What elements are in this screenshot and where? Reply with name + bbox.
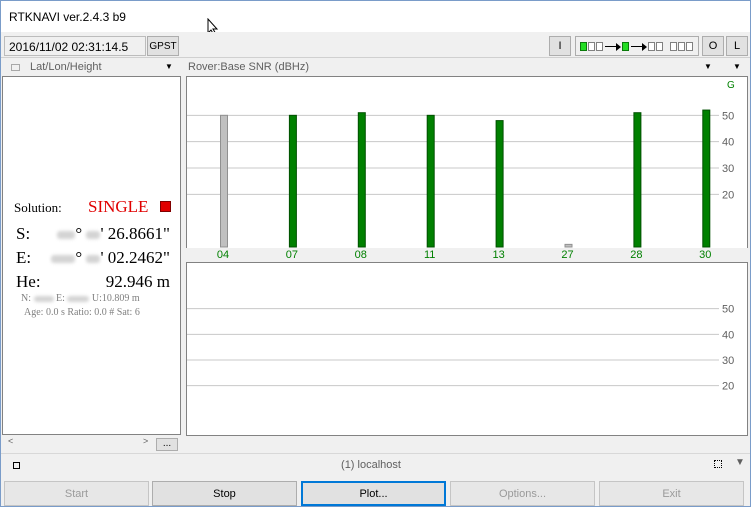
- satellite-id-label: 13: [492, 249, 505, 261]
- y-tick-label: 20: [722, 189, 734, 201]
- solution-status: SINGLE: [88, 197, 149, 216]
- neu-line: N: E: U:10.809 m: [21, 293, 140, 304]
- window-title: RTKNAVI ver.2.4.3 b9: [9, 10, 126, 24]
- exit-button[interactable]: Exit: [599, 481, 744, 506]
- satellite-labels: 04 07 08 11 13 27 28 30: [186, 248, 748, 262]
- snr-bar: [495, 120, 504, 248]
- y-tick-label: 30: [722, 355, 734, 367]
- height-label: He:: [16, 272, 41, 291]
- title-bar: RTKNAVI ver.2.4.3 b9: [1, 1, 750, 36]
- snr-chart-lower: 20 30 40 50: [186, 262, 748, 436]
- snr-bar: [288, 114, 297, 248]
- stream-indicator-log2: [678, 42, 685, 51]
- arrow-right-icon: [642, 43, 647, 51]
- redacted-east: [67, 295, 90, 302]
- options-button[interactable]: Options...: [450, 481, 595, 506]
- snr-bar: [633, 112, 642, 248]
- solution-stats: Age: 0.0 s Ratio: 0.0 # Sat: 6: [24, 307, 140, 318]
- stream-indicator-log1: [670, 42, 677, 51]
- solution-panel: Solution: SINGLE S: ° ' 26.8661" E: ° ' …: [2, 76, 181, 435]
- satellite-id-label: 08: [354, 249, 367, 261]
- log-streams-button[interactable]: L: [726, 36, 748, 56]
- stream-indicator-out2: [656, 42, 663, 51]
- redacted-north: [33, 295, 54, 302]
- button-bar: Start Stop Plot... Options... Exit: [1, 480, 750, 507]
- latitude-value: ° ' 26.8661": [57, 224, 170, 244]
- input-streams-button[interactable]: I: [549, 36, 571, 56]
- plot-button[interactable]: Plot...: [301, 481, 446, 506]
- stream-indicator-correction: [596, 42, 603, 51]
- snr-bar: [702, 109, 711, 248]
- longitude-label: E:: [16, 248, 32, 267]
- status-bar: (1) localhost ▼: [1, 453, 750, 478]
- y-tick-label: 20: [722, 381, 734, 393]
- resize-icon[interactable]: [714, 460, 722, 468]
- plot-type-selector[interactable]: Rover:Base SNR (dBHz) ▼ ▼: [184, 59, 750, 76]
- solution-format-label: Lat/Lon/Height: [30, 61, 102, 73]
- stream-indicator-log3: [686, 42, 693, 51]
- start-button[interactable]: Start: [4, 481, 149, 506]
- solution-format-selector[interactable]: Lat/Lon/Height ▼: [2, 59, 180, 76]
- chevron-down-icon: ▼: [733, 62, 741, 71]
- output-streams-button[interactable]: O: [702, 36, 724, 56]
- snr-chart-upper: 20 30 40 50 G: [186, 76, 748, 249]
- arrow-right-icon: [616, 43, 621, 51]
- y-tick-label: 30: [722, 163, 734, 175]
- solution-status-indicator: [160, 201, 171, 212]
- status-text: (1) localhost: [341, 459, 401, 471]
- chevron-down-icon[interactable]: ▼: [735, 457, 745, 468]
- redacted-degrees: [57, 231, 76, 240]
- main-window: RTKNAVI ver.2.4.3 b9 2016/11/02 02:31:14…: [0, 0, 751, 507]
- chevron-down-icon: ▼: [704, 62, 712, 71]
- satellite-id-label: 28: [630, 249, 643, 261]
- plot-type-label: Rover:Base SNR (dBHz): [188, 61, 310, 73]
- snr-bar: [357, 112, 366, 248]
- satellite-id-label: 04: [216, 249, 230, 261]
- stream-indicator-solution: [622, 42, 629, 51]
- more-options-button[interactable]: ...: [156, 438, 178, 451]
- time-system-button[interactable]: GPST: [147, 36, 179, 56]
- horizontal-scrollbar[interactable]: < >: [2, 435, 181, 451]
- snr-bar-chart-empty: 20 30 40 50: [187, 304, 734, 393]
- panel-toggle-icon: [11, 64, 20, 71]
- snr-bar: [426, 114, 435, 248]
- scroll-left-icon[interactable]: <: [8, 436, 13, 446]
- y-tick-label: 40: [722, 329, 734, 341]
- time-display: 2016/11/02 02:31:14.5: [4, 36, 146, 56]
- stream-status-indicator: [575, 36, 699, 56]
- stream-indicator-out1: [648, 42, 655, 51]
- stream-indicator-base: [588, 42, 595, 51]
- satellite-id-label: 07: [285, 249, 299, 261]
- scroll-right-icon[interactable]: >: [143, 436, 148, 446]
- y-tick-label: 50: [722, 110, 734, 122]
- solution-label: Solution:: [14, 200, 62, 215]
- chevron-down-icon: ▼: [165, 62, 173, 71]
- legend-label: G: [727, 80, 735, 91]
- satellite-id-label: 30: [699, 249, 712, 261]
- stop-button[interactable]: Stop: [152, 481, 297, 506]
- redacted-degrees: [51, 255, 76, 264]
- redacted-minutes: [86, 231, 101, 240]
- stream-indicator-rover: [580, 42, 587, 51]
- satellite-id-label: 27: [561, 249, 574, 261]
- latitude-label: S:: [16, 224, 31, 243]
- y-tick-label: 50: [722, 304, 734, 316]
- satellite-id-label: 11: [423, 249, 436, 261]
- y-tick-label: 40: [722, 137, 734, 149]
- longitude-value: ° ' 02.2462": [51, 248, 170, 268]
- snr-bar: [564, 243, 573, 248]
- snr-bar-chart: 20 30 40 50 G: [187, 80, 735, 248]
- height-value: 92.946 m: [105, 272, 170, 291]
- snr-bar: [220, 114, 228, 248]
- redacted-minutes: [86, 255, 101, 264]
- toolbar: 2016/11/02 02:31:14.5 GPST I O L: [1, 32, 750, 58]
